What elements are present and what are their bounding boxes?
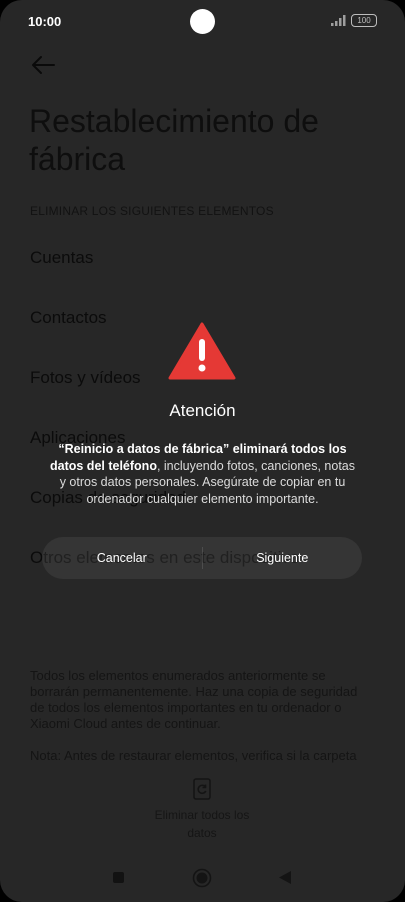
list-item-accounts: Cuentas [30,248,94,267]
signal-icon [331,15,346,26]
status-time: 10:00 [28,14,62,29]
dialog-title: Atención [169,401,236,420]
circle-icon[interactable] [192,868,212,888]
arrow-left-icon[interactable] [30,54,56,76]
section-header: ELIMINAR LOS SIGUIENTES ELEMENTOS [30,204,274,218]
warning-triangle-icon [168,322,236,380]
page-title: Restablecimiento de fábrica [29,103,319,177]
list-item-photos: Fotos y vídeos [30,368,141,387]
list-item-contacts: Contactos [30,308,107,327]
triangle-back-icon[interactable] [278,870,292,885]
phone-reset-icon [193,778,211,800]
erase-all-data-button[interactable]: Eliminar todos los datos [142,778,262,842]
footer-warning-text: Todos los elementos enumerados anteriorm… [30,668,358,731]
camera-cutout [190,9,215,34]
erase-all-data-label: Eliminar todos los datos [154,808,250,840]
footer-note-text: Nota: Antes de restaurar elementos, veri… [30,748,357,763]
status-bar: 10:00 100 [0,0,405,44]
battery-icon: 100 [351,14,377,27]
dialog-button-bar: Cancelar Siguiente [42,537,362,579]
phone-screen: 10:00 100 Restablecimiento de fábrica EL… [0,0,405,902]
next-button[interactable]: Siguiente [203,537,363,579]
dialog-message: “Reinicio a datos de fábrica” eliminará … [50,441,355,507]
square-icon[interactable] [113,872,124,883]
cancel-button[interactable]: Cancelar [42,537,202,579]
